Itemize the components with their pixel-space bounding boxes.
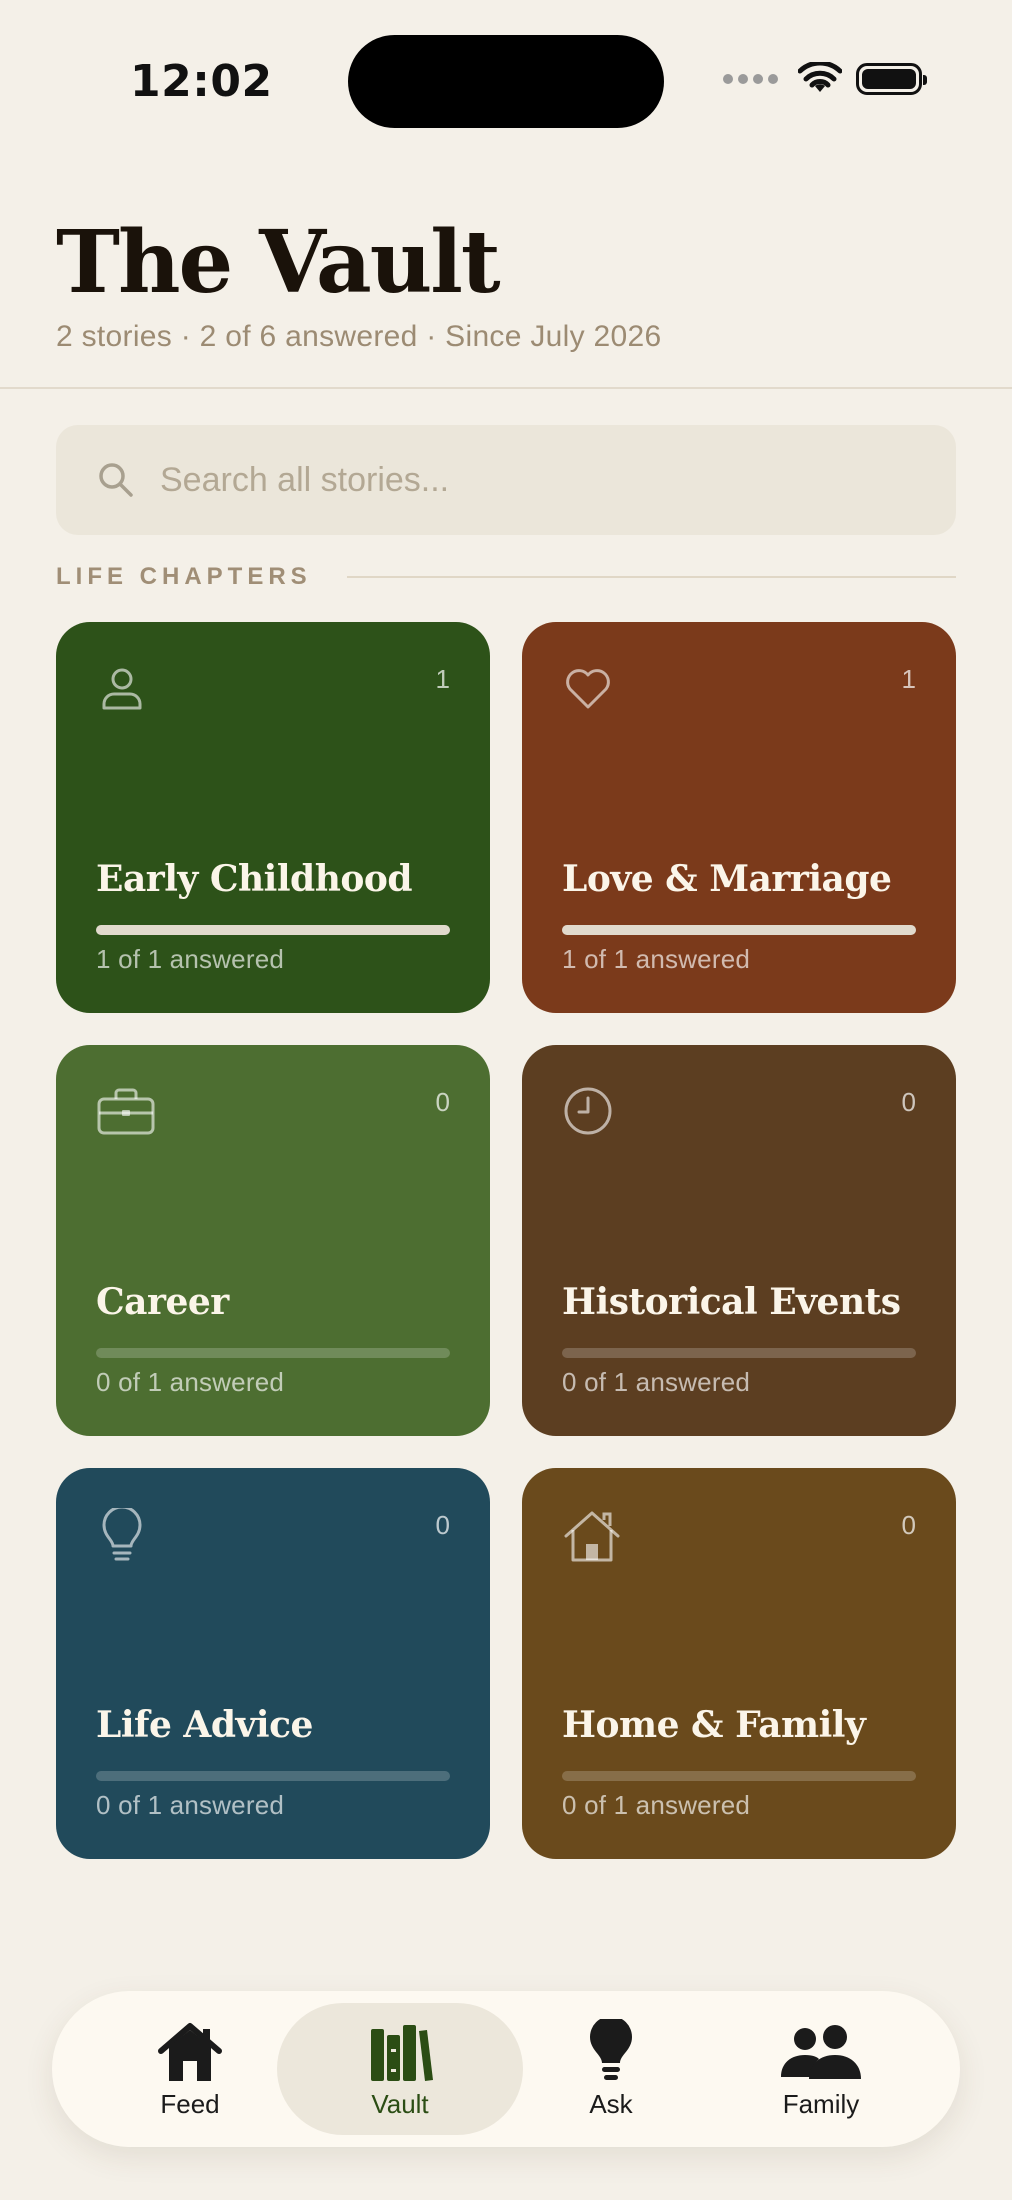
- chapter-answered: 0 of 1 answered: [562, 1367, 751, 1397]
- chapter-card-life-advice[interactable]: 0 Life Advice 0 of 1 answered: [56, 1468, 490, 1859]
- chapter-title: Career: [96, 1281, 229, 1323]
- chapter-count: 0: [901, 1087, 916, 1117]
- signal-icon: [723, 74, 778, 84]
- header-divider: [0, 387, 1012, 389]
- people-icon: [781, 2024, 861, 2079]
- tab-vault[interactable]: Vault: [277, 2003, 523, 2135]
- chapter-progress: [562, 1348, 916, 1358]
- tab-label: Family: [782, 2088, 860, 2119]
- chapter-title: Early Childhood: [96, 858, 413, 900]
- chapter-card-career[interactable]: 0 Career 0 of 1 answered: [56, 1045, 490, 1436]
- person-icon: [102, 668, 142, 710]
- books-icon: [371, 2024, 433, 2081]
- chapter-progress: [96, 1348, 450, 1358]
- chapter-answered: 0 of 1 answered: [96, 1367, 285, 1397]
- chapter-progress: [562, 925, 916, 935]
- status-icons: [723, 62, 927, 96]
- briefcase-icon: [97, 1088, 155, 1135]
- chapter-count: 1: [901, 664, 916, 694]
- page-subtitle: 2 stories · 2 of 6 answered · Since July…: [56, 320, 662, 353]
- chapter-card-early-childhood[interactable]: 1 Early Childhood 1 of 1 answered: [56, 622, 490, 1013]
- chapter-card-historical-events[interactable]: 0 Historical Events 0 of 1 answered: [522, 1045, 956, 1436]
- chapter-title: Home & Family: [562, 1704, 866, 1746]
- chapter-answered: 0 of 1 answered: [96, 1790, 285, 1820]
- tab-label: Vault: [371, 2088, 429, 2119]
- section-label: LIFE CHAPTERS: [56, 563, 312, 590]
- section-divider: [347, 576, 956, 578]
- chapter-title: Historical Events: [562, 1281, 901, 1323]
- status-time: 12:02: [130, 56, 273, 107]
- chapter-count: 0: [901, 1510, 916, 1540]
- clock-icon: [564, 1087, 612, 1135]
- chapter-title: Love & Marriage: [562, 858, 892, 900]
- search-icon: [99, 463, 133, 497]
- page-title: The Vault: [56, 212, 501, 313]
- tab-label: Feed: [160, 2088, 220, 2119]
- search-input[interactable]: [160, 460, 920, 500]
- vault-screen: 12:02 The Vault 2 stories · 2 of 6 answe…: [0, 0, 1012, 2200]
- tab-label: Ask: [589, 2088, 633, 2119]
- chapter-progress: [562, 1771, 916, 1781]
- chapter-progress: [96, 1771, 450, 1781]
- chapter-count: 1: [435, 664, 450, 694]
- tab-family[interactable]: Family: [698, 2003, 944, 2135]
- chapters-grid: 1 Early Childhood 1 of 1 answered 1 Love…: [56, 622, 956, 1859]
- search-bar[interactable]: [56, 425, 956, 535]
- chapter-count: 0: [435, 1510, 450, 1540]
- tab-bar: Feed Vault Ask Family: [52, 1991, 960, 2147]
- chapter-answered: 1 of 1 answered: [562, 944, 751, 974]
- heart-icon: [566, 669, 610, 709]
- chapter-card-love-marriage[interactable]: 1 Love & Marriage 1 of 1 answered: [522, 622, 956, 1013]
- chapter-progress-fill: [96, 925, 450, 935]
- chapter-progress-fill: [562, 925, 916, 935]
- lightbulb-icon: [102, 1508, 142, 1561]
- chapter-title: Life Advice: [96, 1704, 313, 1746]
- battery-icon: [856, 63, 927, 95]
- home-icon: [564, 1511, 620, 1562]
- wifi-icon: [798, 62, 842, 92]
- chapter-count: 0: [435, 1087, 450, 1117]
- chapter-answered: 1 of 1 answered: [96, 944, 285, 974]
- house-icon: [158, 2022, 222, 2081]
- chapter-progress: [96, 925, 450, 935]
- chapter-answered: 0 of 1 answered: [562, 1790, 751, 1820]
- chapter-card-home-family[interactable]: 0 Home & Family 0 of 1 answered: [522, 1468, 956, 1859]
- dynamic-island: [348, 35, 664, 128]
- lightbulb-icon: [590, 2018, 632, 2080]
